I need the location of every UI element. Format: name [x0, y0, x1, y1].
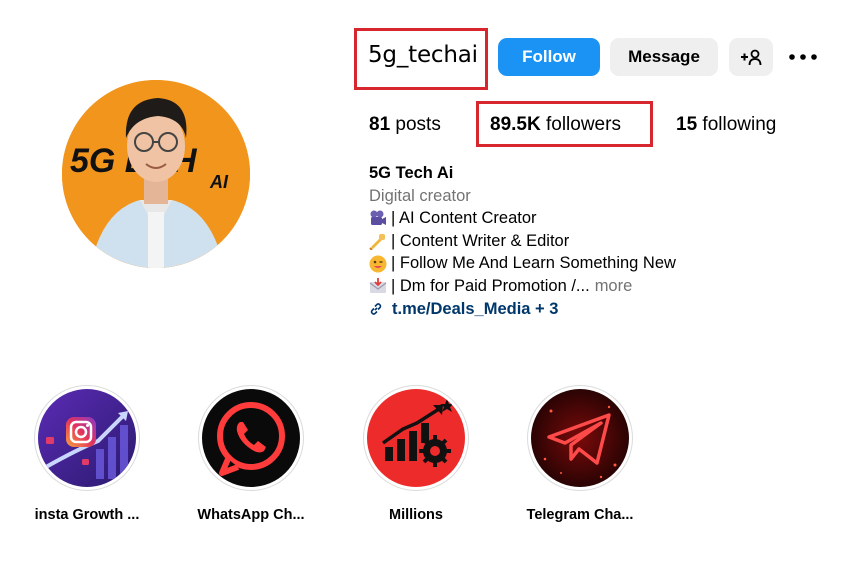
- followers-label: followers: [545, 114, 621, 135]
- posts-count: 81 posts: [369, 114, 441, 136]
- bio-text: | Content Writer & Editor: [391, 231, 570, 250]
- suggest-user-button[interactable]: [729, 38, 773, 76]
- highlight-ring: [34, 385, 140, 491]
- highlight-label: WhatsApp Ch...: [197, 507, 305, 523]
- followers-number: 89.5K: [490, 114, 541, 135]
- following-link[interactable]: 15 following: [676, 114, 776, 136]
- avatar-text-sub: AI: [209, 172, 229, 192]
- highlight-label: insta Growth ...: [34, 507, 140, 523]
- category-label: Digital creator: [369, 186, 471, 205]
- add-user-icon: [741, 49, 762, 66]
- link-icon: [370, 303, 382, 315]
- writing-hand-emoji-icon: [369, 234, 385, 251]
- highlight-item[interactable]: WhatsApp Ch...: [191, 385, 311, 523]
- winking-face-emoji-icon: [369, 255, 387, 273]
- follow-button[interactable]: Follow: [498, 38, 600, 76]
- highlight-cover: [38, 389, 136, 487]
- followers-link[interactable]: 89.5K followers: [490, 114, 621, 136]
- bio-text: | Dm for Paid Promotion /...: [391, 276, 590, 295]
- envelope-emoji-icon: [369, 278, 387, 294]
- highlight-ring: [198, 385, 304, 491]
- bio-text: | AI Content Creator: [391, 209, 537, 228]
- highlight-ring: [363, 385, 469, 491]
- bio-line: | AI Content Creator: [369, 207, 676, 230]
- highlight-item[interactable]: Telegram Cha...: [520, 385, 640, 523]
- highlight-label: Millions: [389, 507, 443, 523]
- growth-chart-gear-icon: [367, 389, 465, 487]
- video-camera-emoji-icon: [370, 210, 386, 226]
- profile-avatar[interactable]: 5G ECH AI: [62, 80, 250, 268]
- highlight-ring: [527, 385, 633, 491]
- whatsapp-icon: [202, 389, 300, 487]
- highlight-item[interactable]: insta Growth ...: [27, 385, 147, 523]
- highlight-item[interactable]: Millions: [356, 385, 476, 523]
- bio-text: | Follow Me And Learn Something New: [391, 254, 676, 273]
- bio-line: | Follow Me And Learn Something New: [369, 252, 676, 275]
- highlight-cover: [202, 389, 300, 487]
- bio-line: | Dm for Paid Promotion /... more: [369, 275, 676, 298]
- profile-bio: 5G Tech Ai Digital creator | AI Content …: [369, 162, 676, 320]
- bio-external-link[interactable]: t.me/Deals_Media + 3: [369, 298, 676, 321]
- following-number: 15: [676, 114, 698, 135]
- bio-line: | Content Writer & Editor: [369, 230, 676, 253]
- telegram-icon: [531, 389, 629, 487]
- bio-more-link[interactable]: more: [595, 275, 633, 298]
- posts-number: 81: [369, 114, 391, 135]
- highlight-cover: [367, 389, 465, 487]
- highlight-label: Telegram Cha...: [526, 507, 634, 523]
- instagram-growth-icon: [38, 389, 136, 487]
- display-name: 5G Tech Ai: [369, 164, 454, 182]
- more-options-icon[interactable]: [788, 52, 818, 62]
- posts-label: posts: [395, 114, 441, 135]
- following-label: following: [702, 114, 777, 135]
- username: 5g_techai: [368, 42, 478, 68]
- highlight-cover: [531, 389, 629, 487]
- message-button[interactable]: Message: [610, 38, 718, 76]
- bio-link-text: t.me/Deals_Media + 3: [392, 299, 559, 318]
